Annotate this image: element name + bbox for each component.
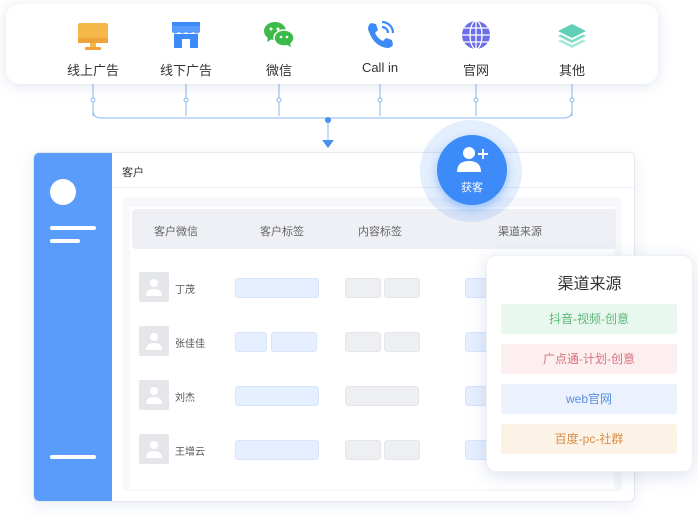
sidebar-avatar[interactable] [50, 179, 76, 205]
column-header: 渠道来源 [498, 226, 542, 238]
content-tag [345, 332, 381, 352]
sidebar-item[interactable] [50, 239, 80, 243]
source-item-web[interactable]: web官网 [501, 384, 677, 414]
customer-name: 刘杰 [175, 393, 195, 404]
content-tag [345, 440, 381, 460]
channel-source-card: 渠道来源 抖音-视频-创意 广点通-计划-创意 web官网 百度-pc-社群 [486, 255, 693, 472]
sidebar-item[interactable] [50, 226, 96, 230]
channel-label: 线上广告 [66, 63, 119, 78]
customer-avatar [139, 326, 169, 356]
customer-name: 王增云 [175, 447, 205, 458]
channel-label: 线下广告 [159, 63, 212, 78]
phone-call-icon [368, 20, 395, 48]
channel-wechat[interactable]: 微信 [239, 18, 319, 79]
user-icon [146, 441, 162, 458]
user-icon [146, 387, 162, 404]
window-titlebar: 客户 [112, 153, 634, 188]
globe-icon [462, 20, 490, 50]
channel-bar: 线上广告 线下广告 微信 Call in 官网 其他 [6, 4, 658, 84]
content-tag [345, 278, 381, 298]
customer-tag [271, 332, 317, 352]
customer-tag [235, 386, 319, 406]
channel-website[interactable]: 官网 [436, 18, 516, 79]
channel-label: Call in [361, 60, 399, 75]
sidebar [34, 153, 112, 501]
source-item-guangdiantong[interactable]: 广点通-计划-创意 [501, 344, 677, 374]
user-icon [146, 333, 162, 350]
channel-other[interactable]: 其他 [532, 18, 612, 79]
table-header: 客户微信 客户标签 内容标签 渠道来源 [132, 209, 616, 249]
column-header: 客户微信 [154, 226, 198, 238]
customer-tag [235, 440, 319, 460]
content-tag [345, 386, 419, 406]
column-header: 内容标签 [358, 226, 402, 238]
badge-label: 获客 [461, 182, 483, 194]
channel-label: 官网 [462, 63, 489, 78]
user-icon [146, 279, 162, 296]
customer-tag [235, 332, 267, 352]
customer-avatar [139, 380, 169, 410]
source-item-douyin[interactable]: 抖音-视频-创意 [501, 304, 677, 334]
sidebar-item[interactable] [50, 455, 96, 459]
customer-tag [235, 278, 319, 298]
customer-name: 丁茂 [175, 285, 195, 296]
channel-label: 其他 [558, 63, 585, 78]
window-title: 客户 [122, 167, 144, 179]
channel-call-in[interactable]: Call in [340, 18, 420, 75]
customer-avatar [139, 272, 169, 302]
content-tag [384, 440, 420, 460]
layers-icon [558, 24, 586, 48]
storefront-icon [172, 22, 200, 48]
wechat-icon [264, 22, 295, 47]
customer-name: 张佳佳 [175, 339, 205, 350]
card-title: 渠道来源 [557, 276, 622, 293]
content-tag [384, 278, 420, 298]
channel-label: 微信 [265, 63, 292, 78]
monitor-icon [78, 23, 108, 50]
column-header: 客户标签 [260, 226, 304, 238]
customer-avatar [139, 434, 169, 464]
channel-offline-ads[interactable]: 线下广告 [146, 18, 226, 79]
content-tag [384, 332, 420, 352]
acquire-customer-badge[interactable]: 获客 [437, 135, 507, 205]
add-user-icon [457, 147, 488, 172]
channel-online-ads[interactable]: 线上广告 [53, 18, 133, 79]
source-item-baidu[interactable]: 百度-pc-社群 [501, 424, 677, 454]
